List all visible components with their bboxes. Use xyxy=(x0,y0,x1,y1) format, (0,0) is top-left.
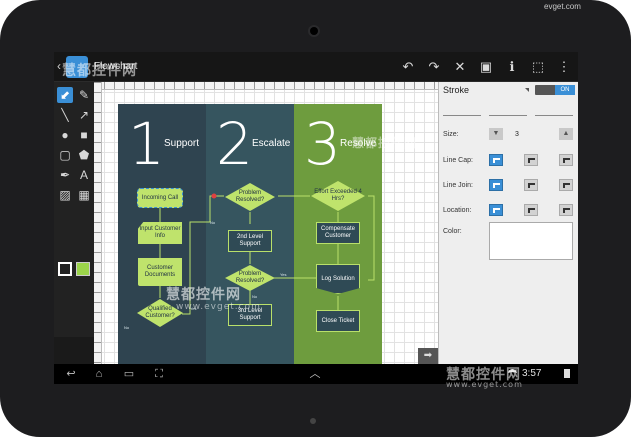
image-tool-icon[interactable]: ▨ xyxy=(57,187,73,203)
location-inside-option[interactable] xyxy=(524,204,538,216)
node-label: Customer Documents xyxy=(144,265,176,278)
node-log-solution[interactable]: Log Solution xyxy=(316,264,360,294)
line-join-round-option[interactable] xyxy=(524,179,538,191)
dropdown-caret-icon xyxy=(525,88,529,92)
node-effort-exceeded[interactable]: Effort Exceeded 4 Hrs? xyxy=(310,180,366,212)
back-chevron-icon[interactable]: ‹ xyxy=(57,59,61,73)
nav-up-chevron-icon[interactable]: ︿ xyxy=(306,366,324,382)
screen: ‹ Flowchart ↶ ↷ ✕ ▣ ℹ ⬚ ⋮ ⬋ ✎ ╲ ↗ ● ■ ▢ ⬟ ✒ A ▨ ▦ 1 Suppo… xyxy=(54,52,578,384)
node-compensate-customer[interactable]: Compensate Customer xyxy=(316,222,360,244)
edge-label-yes: Yes xyxy=(280,272,287,277)
rounded-rect-tool-icon[interactable]: ▢ xyxy=(57,147,73,163)
watermark-text: 慧都控件网 xyxy=(166,287,241,303)
status-clock: 3:57 xyxy=(522,368,542,379)
watermark-url: www.evget.com xyxy=(176,302,261,312)
home-sensor-icon xyxy=(310,418,316,424)
nav-home-icon[interactable]: ⌂ xyxy=(90,366,108,382)
node-input-customer-info[interactable]: Input Customer Info xyxy=(138,222,182,244)
size-decrease-button[interactable]: ▼ xyxy=(489,128,503,140)
watermark-text: 慧都控件网 xyxy=(62,63,137,79)
undo-icon[interactable]: ↶ xyxy=(400,59,416,75)
toolbox: ⬋ ✎ ╲ ↗ ● ■ ▢ ⬟ ✒ A ▨ ▦ xyxy=(54,82,94,337)
line-cap-round-option[interactable] xyxy=(524,154,538,166)
node-label: Log Solution xyxy=(321,275,355,282)
node-close-ticket[interactable]: Close Ticket xyxy=(316,310,360,332)
color-label: Color: xyxy=(443,228,462,235)
stroke-color-swatch[interactable] xyxy=(58,262,72,276)
properties-panel: Stroke ON Size: ▼ 3 ▲ Line Cap: Line Joi… xyxy=(438,82,578,364)
node-label: Problem Resolved? xyxy=(235,190,265,203)
watermark-url: www.evget.com xyxy=(446,380,523,389)
panel-title: Stroke xyxy=(443,85,470,95)
stroke-style-line-3[interactable] xyxy=(535,106,573,116)
size-label: Size: xyxy=(443,131,459,138)
polygon-tool-icon[interactable]: ⬟ xyxy=(76,147,92,163)
stroke-color-picker[interactable] xyxy=(489,222,573,260)
size-value[interactable]: 3 xyxy=(515,131,519,138)
stroke-style-line-2[interactable] xyxy=(489,106,527,116)
line-cap-butt-option[interactable] xyxy=(489,154,503,166)
node-label: Close Ticket xyxy=(321,317,355,324)
drawing-canvas[interactable]: 1 Support 2 Escalate 3 Resolve Incoming … xyxy=(94,82,438,364)
text-tool-icon[interactable]: A xyxy=(76,167,92,183)
watermark-top: evget.com xyxy=(544,2,581,11)
pen-tool-icon[interactable]: ✒ xyxy=(57,167,73,183)
nav-recents-icon[interactable]: ▭ xyxy=(120,366,138,382)
location-center-option[interactable] xyxy=(489,204,503,216)
node-label: 2nd Level Support xyxy=(236,234,264,247)
stroke-style-line-1[interactable] xyxy=(443,106,481,116)
rectangle-tool-icon[interactable]: ■ xyxy=(76,127,92,143)
table-tool-icon[interactable]: ▦ xyxy=(76,187,92,203)
line-join-miter-option[interactable] xyxy=(489,179,503,191)
nav-back-icon[interactable]: ↩ xyxy=(62,366,80,382)
ellipse-tool-icon[interactable]: ● xyxy=(57,127,73,143)
fill-color-swatch[interactable] xyxy=(76,262,90,276)
nav-screenshot-icon[interactable]: ⛶ xyxy=(150,366,168,382)
node-label: Compensate Customer xyxy=(320,226,356,239)
line-join-bevel-option[interactable] xyxy=(559,179,573,191)
line-join-label: Line Join: xyxy=(443,182,473,189)
stroke-toggle[interactable]: ON xyxy=(535,85,575,95)
node-label: Incoming Call xyxy=(141,194,179,201)
edge-label-no: No xyxy=(210,220,216,225)
camera-icon xyxy=(310,27,318,35)
pointer-tool-icon[interactable]: ⬋ xyxy=(57,87,73,103)
toggle-on-label: ON xyxy=(555,85,575,95)
line-tool-icon[interactable]: ╲ xyxy=(57,107,73,123)
line-cap-label: Line Cap: xyxy=(443,157,473,164)
watermark-text: 慧都控件网 xyxy=(352,136,418,150)
connector-tool-icon[interactable]: ↗ xyxy=(76,107,92,123)
pencil-tool-icon[interactable]: ✎ xyxy=(76,87,92,103)
edge-label-no: No xyxy=(252,294,258,299)
tablet-device: evget.com ‹ Flowchart ↶ ↷ ✕ ▣ ℹ ⬚ ⋮ ⬋ ✎ ╲ ↗ ● ■ ▢ ⬟ ✒ A… xyxy=(0,0,631,437)
node-incoming-call[interactable]: Incoming Call xyxy=(137,188,183,208)
redo-icon[interactable]: ↷ xyxy=(426,59,442,75)
size-increase-button[interactable]: ▲ xyxy=(559,128,573,140)
select-icon[interactable]: ⬚ xyxy=(530,59,546,75)
location-label: Location: xyxy=(443,207,472,214)
close-icon[interactable]: ✕ xyxy=(452,59,468,75)
save-icon[interactable]: ▣ xyxy=(478,59,494,75)
battery-icon xyxy=(564,369,570,378)
more-icon[interactable]: ⋮ xyxy=(556,59,572,75)
node-label: Input Customer Info xyxy=(139,226,181,239)
node-problem-resolved-1[interactable]: Problem Resolved? xyxy=(224,182,276,212)
location-outside-option[interactable] xyxy=(559,204,573,216)
node-second-level-support[interactable]: 2nd Level Support xyxy=(228,230,272,252)
expand-panel-arrow-icon[interactable]: ➡ xyxy=(418,348,438,364)
node-customer-documents[interactable]: Customer Documents xyxy=(138,258,182,286)
edge-label-no: No xyxy=(124,325,130,330)
line-cap-square-option[interactable] xyxy=(559,154,573,166)
info-icon[interactable]: ℹ xyxy=(504,59,520,75)
node-label: Effort Exceeded 4 Hrs? xyxy=(314,189,362,202)
